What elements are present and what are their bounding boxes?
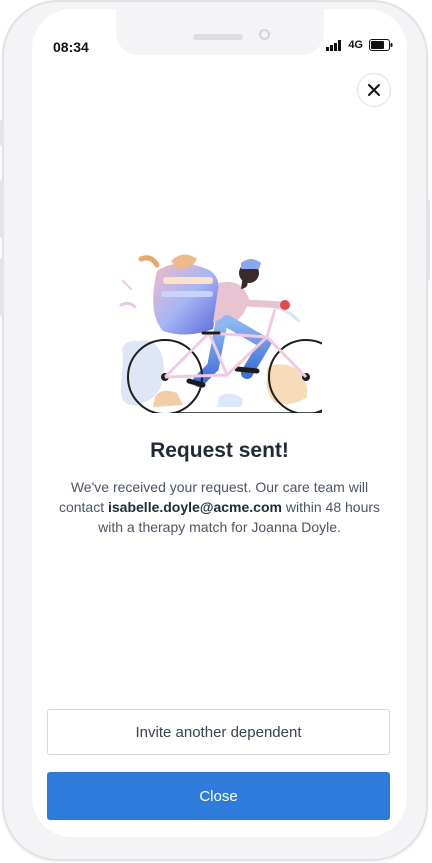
network-type: 4G [348,39,363,51]
cyclist-delivery-illustration [119,254,322,413]
status-time: 08:34 [53,39,89,55]
phone-side-button [0,180,4,238]
phone-side-button [0,258,4,316]
phone-side-button [426,200,430,280]
page-title: Request sent! [150,439,289,462]
phone-side-button [0,120,4,146]
status-icons: 4G [326,39,393,51]
invite-another-dependent-button[interactable]: Invite another dependent [47,709,390,755]
close-icon [368,84,380,96]
confirmation-message: We've received your request. Our care te… [54,477,385,537]
screen: 08:34 4G Request sent! We've received yo… [32,9,407,837]
close-button[interactable] [357,73,391,107]
speaker [193,34,243,40]
close-modal-button[interactable]: Close [47,772,390,820]
signal-icon [326,39,342,51]
phone-frame: 08:34 4G Request sent! We've received yo… [0,0,430,861]
camera [259,29,270,40]
battery-icon [369,39,393,51]
contact-email: isabelle.doyle@acme.com [108,499,282,515]
notch [116,9,324,55]
